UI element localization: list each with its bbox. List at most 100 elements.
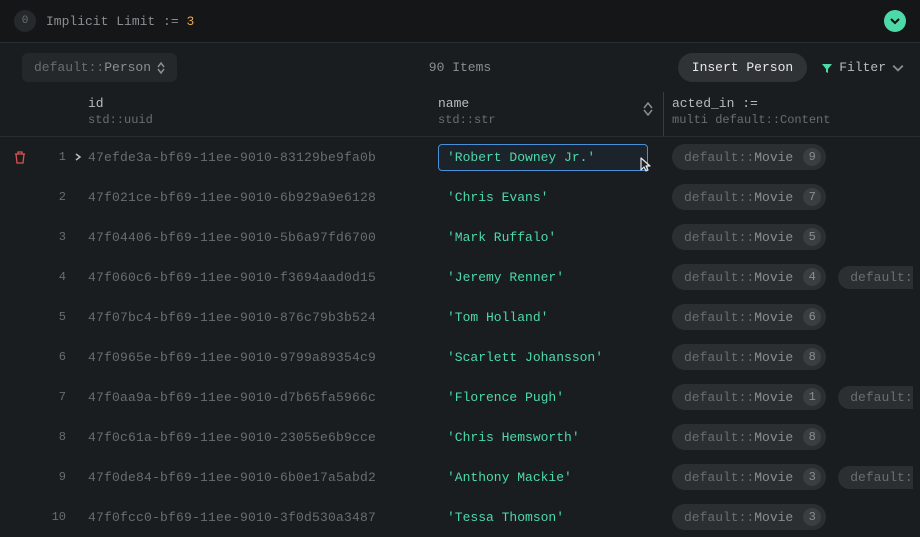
name-cell[interactable]: 'Chris Evans'	[438, 184, 663, 211]
table-row[interactable]: 6 47f0965e-bf69-11ee-9010-9799a89354c9'Sc…	[0, 337, 920, 377]
sort-handle-icon[interactable]	[643, 102, 653, 116]
select-arrows-icon	[157, 62, 165, 74]
column-header-id[interactable]: id std::uuid	[88, 96, 438, 128]
filter-button[interactable]: Filter	[821, 60, 906, 75]
table-row[interactable]: 5 47f07bc4-bf69-11ee-9010-876c79b3b524'To…	[0, 297, 920, 337]
query-top-bar: 0 Implicit Limit := 3	[0, 0, 920, 43]
expand-down-button[interactable]	[884, 10, 906, 32]
name-value[interactable]: 'Scarlett Johansson'	[438, 344, 612, 371]
table-row[interactable]: 10 47f0fcc0-bf69-11ee-9010-3f0d530a3487'T…	[0, 497, 920, 537]
count-badge: 8	[803, 348, 821, 366]
name-value[interactable]: 'Chris Hemsworth'	[438, 424, 589, 451]
name-cell[interactable]: 'Tom Holland'	[438, 304, 663, 331]
link-pill[interactable]: default::Movie8	[672, 344, 826, 370]
name-value[interactable]: 'Robert Downey Jr.'	[438, 144, 648, 171]
row-number: 7	[40, 390, 68, 404]
id-cell[interactable]: 47f07bc4-bf69-11ee-9010-876c79b3b524	[88, 310, 438, 325]
link-pill[interactable]: default::Movie7	[672, 184, 826, 210]
name-cell[interactable]: 'Florence Pugh'	[438, 384, 663, 411]
table-row[interactable]: 147efde3a-bf69-11ee-9010-83129be9fa0b'Ro…	[0, 137, 920, 177]
row-number: 2	[40, 190, 68, 204]
count-badge: 9	[803, 148, 821, 166]
name-value[interactable]: 'Tom Holland'	[438, 304, 557, 331]
table-row[interactable]: 2 47f021ce-bf69-11ee-9010-6b929a9e6128'Ch…	[0, 177, 920, 217]
name-value[interactable]: 'Jeremy Renner'	[438, 264, 573, 291]
row-number: 8	[40, 430, 68, 444]
name-cell[interactable]: 'Mark Ruffalo'	[438, 224, 663, 251]
count-badge: 8	[803, 428, 821, 446]
count-badge: 1	[803, 388, 821, 406]
name-cell[interactable]: 'Robert Downey Jr.'	[438, 144, 663, 171]
acted-in-cell[interactable]: default::Movie1 default:	[663, 384, 920, 410]
acted-in-cell[interactable]: default::Movie3	[663, 504, 920, 530]
count-badge: 4	[803, 268, 821, 286]
chevron-down-icon	[890, 16, 900, 26]
link-pill[interactable]: default::Movie8	[672, 424, 826, 450]
row-number: 5	[40, 310, 68, 324]
id-cell[interactable]: 47f0de84-bf69-11ee-9010-6b0e17a5abd2	[88, 470, 438, 485]
row-number: 10	[40, 510, 68, 524]
name-cell[interactable]: 'Jeremy Renner'	[438, 264, 663, 291]
name-value[interactable]: 'Tessa Thomson'	[438, 504, 573, 531]
column-header-name[interactable]: name std::str	[438, 96, 663, 128]
id-cell[interactable]: 47f0aa9a-bf69-11ee-9010-d7b65fa5966c	[88, 390, 438, 405]
row-gutter	[0, 150, 40, 164]
link-pill[interactable]: default::Movie9	[672, 144, 826, 170]
acted-in-cell[interactable]: default::Movie5	[663, 224, 920, 250]
filter-icon	[821, 62, 833, 74]
link-pill[interactable]: default::Movie6	[672, 304, 826, 330]
chevron-right-icon	[74, 153, 82, 161]
row-number: 4	[40, 270, 68, 284]
name-value[interactable]: 'Chris Evans'	[438, 184, 557, 211]
data-toolbar: default::Person 90 Items Insert Person F…	[0, 43, 920, 92]
table-row[interactable]: 347f04406-bf69-11ee-9010-5b6a97fd6700'Ma…	[0, 217, 920, 257]
id-cell[interactable]: 47f0965e-bf69-11ee-9010-9799a89354c9	[88, 350, 438, 365]
table-row[interactable]: 4 47f060c6-bf69-11ee-9010-f3694aad0d15'Je…	[0, 257, 920, 297]
count-badge: 3	[803, 508, 821, 526]
id-cell[interactable]: 47f060c6-bf69-11ee-9010-f3694aad0d15	[88, 270, 438, 285]
name-value[interactable]: 'Florence Pugh'	[438, 384, 573, 411]
data-rows: 1 47efde3a-bf69-11ee-9010-83129be9fa0b'Ro…	[0, 137, 920, 537]
name-value[interactable]: 'Mark Ruffalo'	[438, 224, 565, 251]
acted-in-cell[interactable]: default::Movie7	[663, 184, 920, 210]
name-cell[interactable]: 'Tessa Thomson'	[438, 504, 663, 531]
name-cell[interactable]: 'Anthony Mackie'	[438, 464, 663, 491]
link-pill[interactable]: default:	[838, 466, 912, 489]
link-pill[interactable]: default:	[838, 266, 912, 289]
acted-in-cell[interactable]: default::Movie6	[663, 304, 920, 330]
link-pill[interactable]: default::Movie3	[672, 464, 826, 490]
acted-in-cell[interactable]: default::Movie8	[663, 424, 920, 450]
row-expand[interactable]	[68, 153, 88, 161]
item-count: 90 Items	[429, 60, 491, 75]
count-badge: 7	[803, 188, 821, 206]
count-badge: 3	[803, 468, 821, 486]
id-cell[interactable]: 47f0fcc0-bf69-11ee-9010-3f0d530a3487	[88, 510, 438, 525]
id-cell[interactable]: 47f0c61a-bf69-11ee-9010-23055e6b9cce	[88, 430, 438, 445]
acted-in-cell[interactable]: default::Movie8	[663, 344, 920, 370]
id-cell[interactable]: 47efde3a-bf69-11ee-9010-83129be9fa0b	[88, 150, 438, 165]
chevron-down-icon	[892, 62, 904, 74]
link-pill[interactable]: default::Movie1	[672, 384, 826, 410]
table-row[interactable]: 9 47f0de84-bf69-11ee-9010-6b0e17a5abd2'An…	[0, 457, 920, 497]
name-value[interactable]: 'Anthony Mackie'	[438, 464, 581, 491]
insert-button[interactable]: Insert Person	[678, 53, 807, 82]
table-row[interactable]: 7 47f0aa9a-bf69-11ee-9010-d7b65fa5966c'Fl…	[0, 377, 920, 417]
acted-in-cell[interactable]: default::Movie9	[663, 144, 920, 170]
delete-icon[interactable]	[13, 150, 27, 164]
id-cell[interactable]: 47f04406-bf69-11ee-9010-5b6a97fd6700	[88, 230, 438, 245]
name-cell[interactable]: 'Chris Hemsworth'	[438, 424, 663, 451]
link-pill[interactable]: default::Movie5	[672, 224, 826, 250]
id-cell[interactable]: 47f021ce-bf69-11ee-9010-6b929a9e6128	[88, 190, 438, 205]
type-select[interactable]: default::Person	[22, 53, 177, 82]
link-pill[interactable]: default::Movie3	[672, 504, 826, 530]
row-number: 6	[40, 350, 68, 364]
link-pill[interactable]: default:	[838, 386, 912, 409]
link-pill[interactable]: default::Movie4	[672, 264, 826, 290]
column-header-acted-in[interactable]: acted_in := multi default::Content	[672, 96, 920, 128]
acted-in-cell[interactable]: default::Movie3 default:	[663, 464, 920, 490]
row-number: 9	[40, 470, 68, 484]
history-index-button[interactable]: 0	[14, 10, 36, 32]
acted-in-cell[interactable]: default::Movie4 default:	[663, 264, 920, 290]
name-cell[interactable]: 'Scarlett Johansson'	[438, 344, 663, 371]
table-row[interactable]: 8 47f0c61a-bf69-11ee-9010-23055e6b9cce'Ch…	[0, 417, 920, 457]
